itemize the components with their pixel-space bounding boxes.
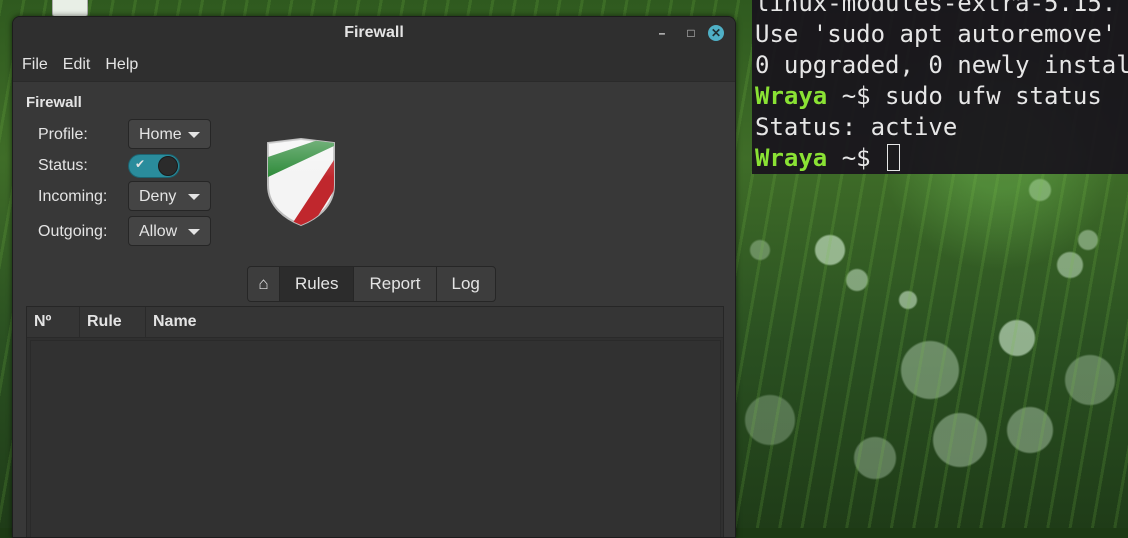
terminal-prompt-suffix: ~$ [827,144,886,172]
column-header-rule[interactable]: Rule [80,307,146,337]
status-label: Status: [38,157,88,174]
chevron-down-icon [188,194,200,200]
terminal-prompt-line[interactable]: Wraya ~$ [755,143,901,174]
minimize-button[interactable]: – [654,25,670,41]
profile-dropdown[interactable]: Home [128,119,211,149]
column-header-name[interactable]: Name [146,307,723,337]
menu-file[interactable]: File [22,49,58,81]
firewall-section-title: Firewall [26,94,82,111]
terminal-command: sudo ufw status [885,82,1102,110]
table-header: Nº Rule Name [27,307,723,338]
tab-bar: ⌂ Rules Report Log [247,266,496,302]
toggle-knob [158,156,178,176]
menu-edit[interactable]: Edit [63,49,101,81]
window-titlebar[interactable]: Firewall – □ ✕ [13,17,735,49]
home-icon: ⌂ [258,274,269,293]
incoming-label: Incoming: [38,188,108,205]
maximize-button[interactable]: □ [683,25,699,41]
rules-table: Nº Rule Name [26,306,724,537]
terminal-window[interactable]: linux-modules-extra-5.15. Use 'sudo apt … [752,0,1128,174]
terminal-prompt-user: Wraya [755,144,828,172]
terminal-line: linux-modules-extra-5.15. [755,0,1117,17]
chevron-down-icon [188,229,200,235]
terminal-prompt-user: Wraya [755,82,828,110]
tab-home[interactable]: ⌂ [248,267,280,301]
rules-list[interactable] [30,340,721,537]
terminal-line: Use 'sudo apt autoremove' t [755,20,1128,48]
close-button[interactable]: ✕ [708,25,724,41]
firewall-shield-icon [267,137,335,227]
menu-help[interactable]: Help [105,49,148,81]
terminal-cursor [887,144,901,171]
menu-bar: File Edit Help [13,49,735,82]
incoming-dropdown[interactable]: Deny [128,181,211,211]
terminal-line: 0 upgraded, 0 newly install [755,51,1128,79]
tab-report[interactable]: Report [354,267,437,301]
profile-value: Home [139,126,182,143]
outgoing-dropdown[interactable]: Allow [128,216,211,246]
profile-label: Profile: [38,126,88,143]
tab-log[interactable]: Log [437,267,495,301]
terminal-prompt-suffix: ~$ [827,82,886,110]
terminal-command-line: Wraya ~$ sudo ufw status [755,81,1102,112]
check-icon: ✔ [135,157,146,171]
status-toggle[interactable]: ✔ [128,154,180,178]
outgoing-label: Outgoing: [38,223,108,240]
outgoing-value: Allow [139,223,178,240]
window-title: Firewall [344,24,404,41]
firewall-window: Firewall – □ ✕ File Edit Help Firewall P… [12,16,736,538]
terminal-status-output: Status: active [755,113,958,141]
column-header-number[interactable]: Nº [27,307,80,337]
chevron-down-icon [188,132,200,138]
desktop-file-icon[interactable] [52,0,88,17]
incoming-value: Deny [139,188,177,205]
tab-rules[interactable]: Rules [280,267,355,301]
